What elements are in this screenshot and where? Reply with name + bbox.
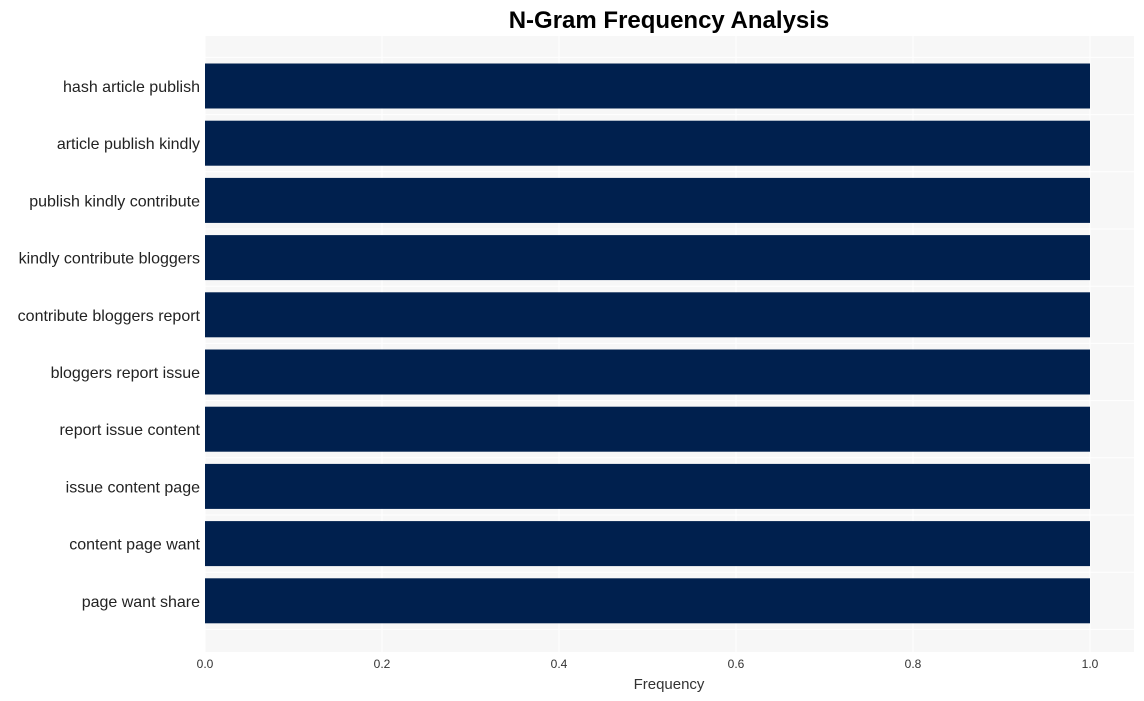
bar <box>205 406 1090 452</box>
y-tick-label: hash article publish <box>63 79 200 96</box>
x-tick-label: 0.4 <box>551 657 568 671</box>
y-tick-label: article publish kindly <box>57 136 200 153</box>
bar <box>205 177 1090 223</box>
x-tick-labels: 0.0 0.2 0.4 0.6 0.8 1.0 <box>197 657 1099 671</box>
y-tick-label: page want share <box>82 594 200 611</box>
bar <box>205 521 1090 567</box>
y-tick-label: contribute bloggers report <box>18 308 201 325</box>
bar <box>205 63 1090 109</box>
y-tick-label: issue content page <box>66 479 200 496</box>
x-tick-label: 0.0 <box>197 657 214 671</box>
x-tick-label: 0.6 <box>728 657 745 671</box>
bar <box>205 463 1090 509</box>
y-tick-label: content page want <box>69 537 200 554</box>
y-tick-label: kindly contribute bloggers <box>19 251 200 268</box>
y-tick-label: bloggers report issue <box>51 365 201 382</box>
ngram-chart: hash article publish article publish kind… <box>18 7 1134 693</box>
bar <box>205 120 1090 166</box>
x-tick-label: 0.2 <box>374 657 391 671</box>
bar <box>205 292 1090 338</box>
y-tick-labels: hash article publish article publish kind… <box>18 79 201 611</box>
y-tick-label: publish kindly contribute <box>29 193 200 210</box>
chart-title: N-Gram Frequency Analysis <box>509 7 830 34</box>
bar <box>205 578 1090 624</box>
x-tick-label: 0.8 <box>905 657 922 671</box>
bar <box>205 235 1090 281</box>
y-tick-label: report issue content <box>59 422 200 439</box>
x-axis-label: Frequency <box>634 676 705 693</box>
bar <box>205 349 1090 395</box>
x-tick-label: 1.0 <box>1082 657 1099 671</box>
